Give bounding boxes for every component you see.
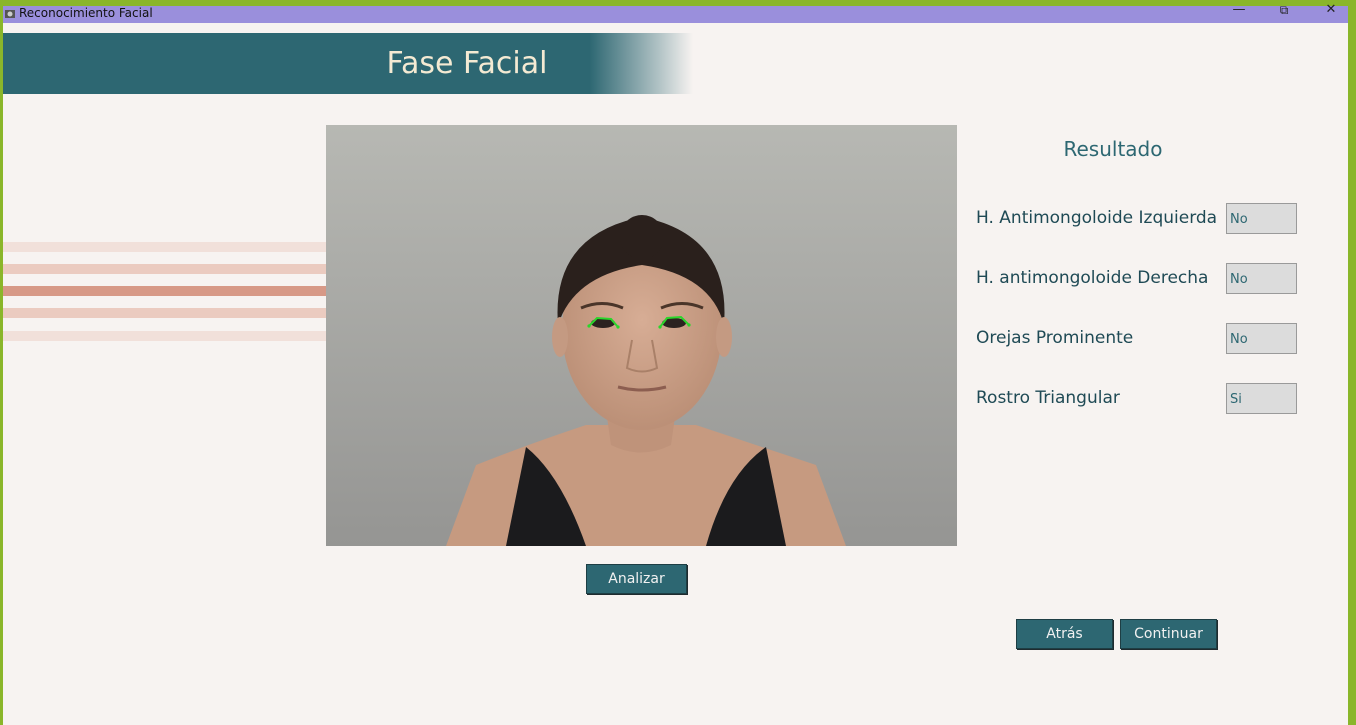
result-value-field[interactable]: No bbox=[1226, 323, 1297, 354]
stripe bbox=[3, 264, 326, 274]
analyze-button[interactable]: Analizar bbox=[586, 564, 687, 594]
back-button[interactable]: Atrás bbox=[1016, 619, 1113, 649]
results-heading: Resultado bbox=[1063, 137, 1163, 161]
page-title: Fase Facial bbox=[386, 46, 548, 81]
app-window: Reconocimiento Facial — ⧉ ✕ Fase Facial bbox=[3, 3, 1348, 725]
title-bar: Reconocimiento Facial — ⧉ ✕ bbox=[3, 3, 1348, 23]
result-label: Orejas Prominente bbox=[976, 328, 1134, 348]
stripe bbox=[3, 286, 326, 296]
stripe bbox=[3, 331, 326, 341]
result-value-field[interactable]: No bbox=[1226, 263, 1297, 294]
face-image bbox=[326, 125, 957, 546]
minimize-button[interactable]: — bbox=[1224, 3, 1254, 23]
close-button[interactable]: ✕ bbox=[1316, 3, 1346, 23]
result-label: Rostro Triangular bbox=[976, 388, 1120, 408]
result-value-field[interactable]: Si bbox=[1226, 383, 1297, 414]
result-value-field[interactable]: No bbox=[1226, 203, 1297, 234]
camera-preview bbox=[326, 125, 957, 546]
stripe bbox=[3, 308, 326, 318]
restore-button[interactable]: ⧉ bbox=[1269, 3, 1299, 23]
window-title: Reconocimiento Facial bbox=[19, 6, 153, 20]
result-label: H. Antimongoloide Izquierda bbox=[976, 208, 1218, 228]
stripe bbox=[3, 242, 326, 252]
result-label: H. antimongoloide Derecha bbox=[976, 268, 1209, 288]
app-icon bbox=[5, 10, 15, 18]
continue-button[interactable]: Continuar bbox=[1120, 619, 1217, 649]
